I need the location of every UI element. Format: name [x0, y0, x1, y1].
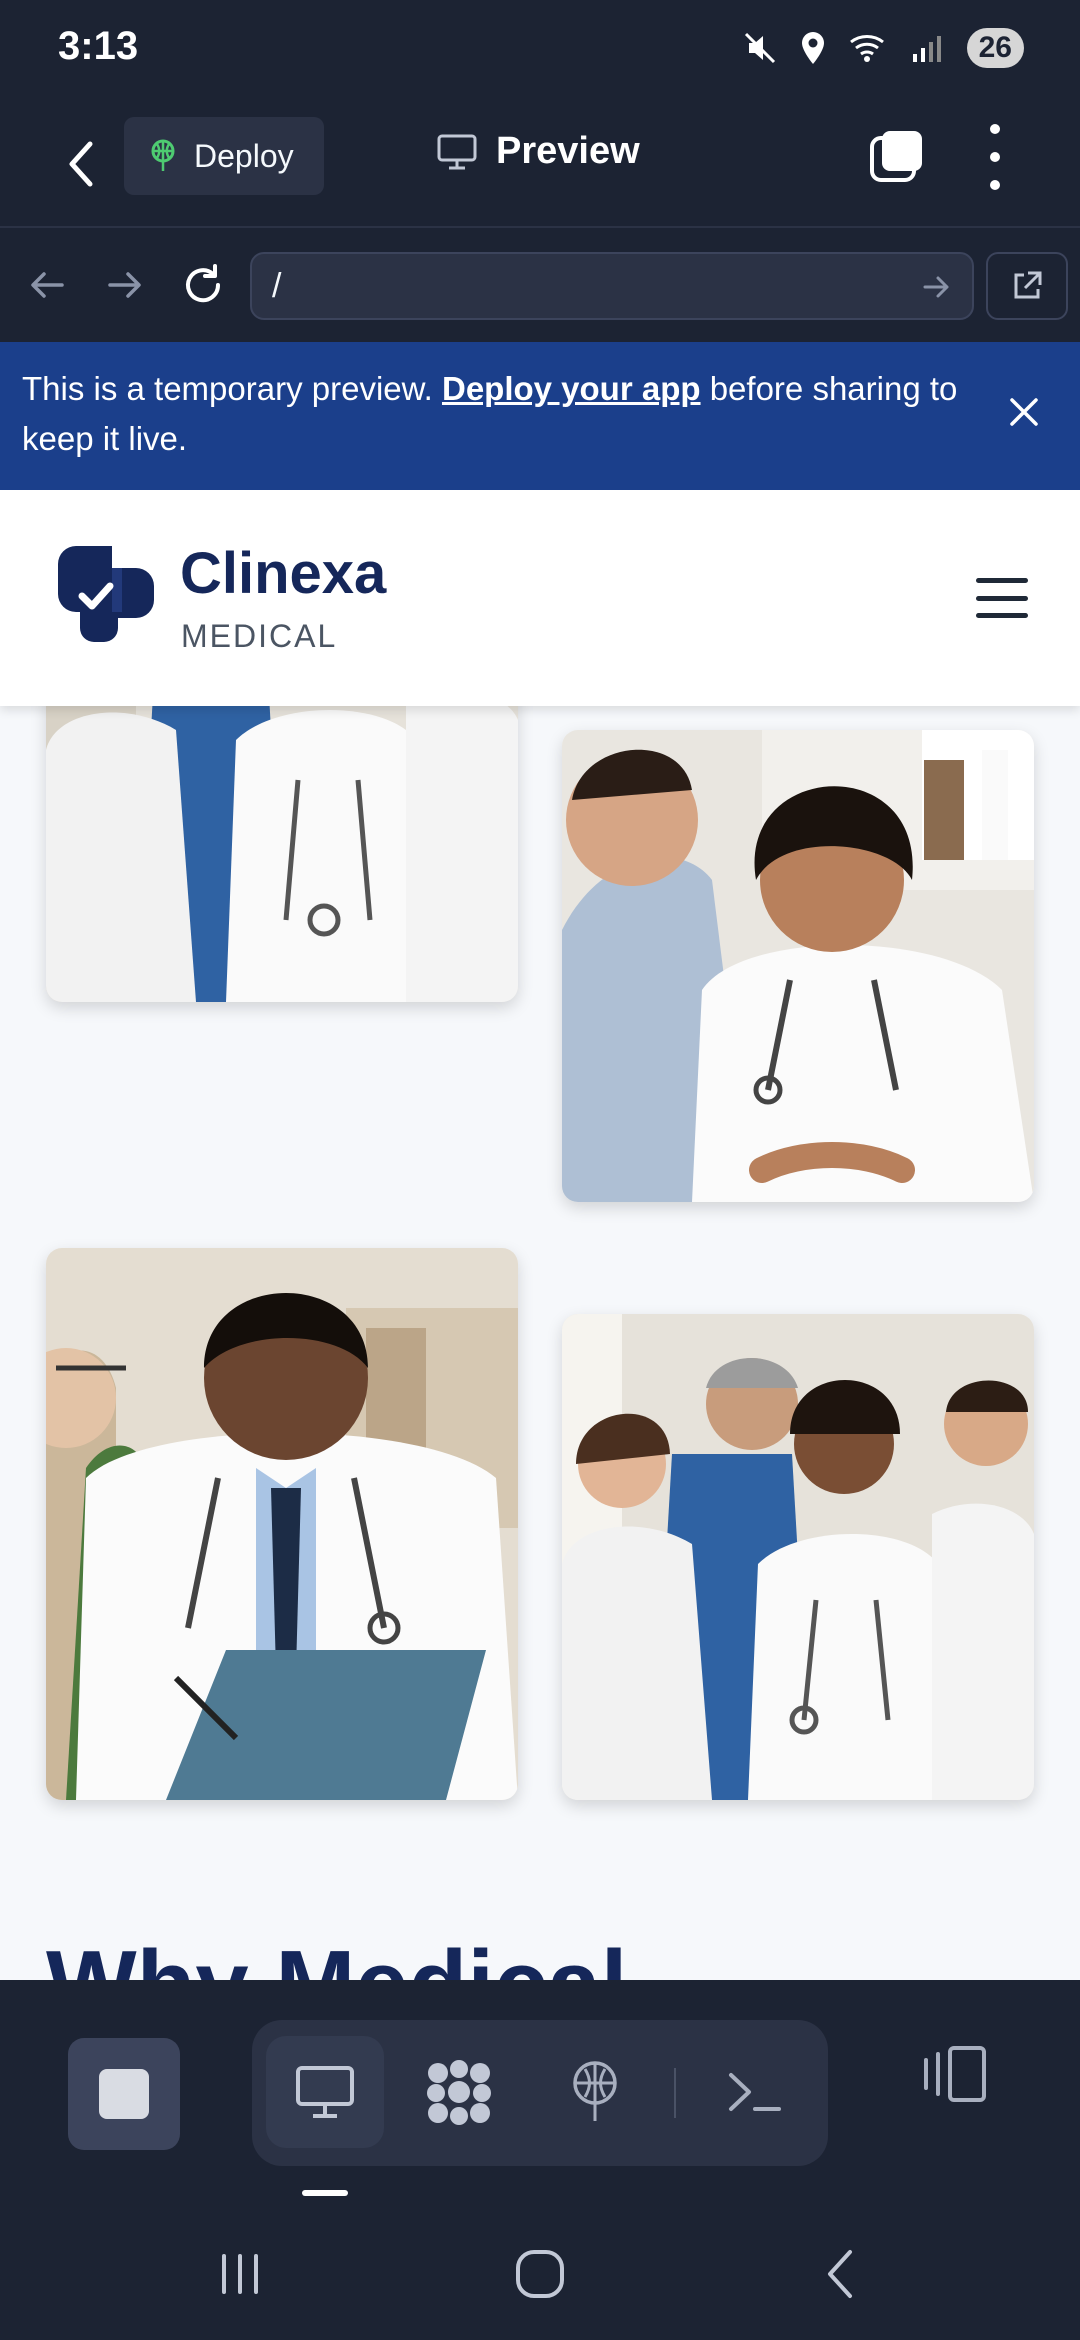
console-tool[interactable] [696, 2036, 814, 2148]
more-options-icon[interactable] [980, 124, 1010, 190]
location-icon [801, 32, 824, 64]
tool-divider [674, 2068, 676, 2118]
stop-icon [99, 2069, 149, 2119]
banner-text-start: This is a temporary preview. [22, 370, 442, 407]
system-back-icon[interactable] [812, 2244, 872, 2304]
deploy-label: Deploy [194, 137, 294, 174]
temporary-preview-banner: This is a temporary preview. Deploy your… [0, 342, 1080, 490]
preview-title: Preview [436, 130, 640, 173]
brand-subtitle: MEDICAL [181, 618, 338, 654]
url-input[interactable] [272, 254, 912, 318]
doctor-clipboard-photo [46, 1248, 518, 1800]
tabs-switcher-icon[interactable] [868, 128, 926, 186]
consultation-photo [562, 730, 1034, 1202]
status-bar: 3:13 26 [0, 0, 1080, 100]
bottom-toolbar [0, 1980, 1080, 2200]
hamburger-menu-icon[interactable] [976, 578, 1028, 618]
browser-url-bar [0, 230, 1080, 342]
wifi-icon [849, 35, 884, 62]
clinexa-logo-icon[interactable] [58, 542, 158, 642]
deploy-your-app-link[interactable]: Deploy your app [442, 370, 701, 407]
home-icon[interactable] [510, 2244, 570, 2304]
apps-grid-icon [427, 2060, 491, 2125]
monitor-icon [296, 2066, 354, 2118]
split-view-icon[interactable] [920, 2044, 990, 2104]
deploy-tool[interactable] [536, 2036, 654, 2148]
mute-icon [744, 32, 775, 64]
go-arrow-icon[interactable] [920, 270, 954, 304]
close-icon[interactable] [1006, 394, 1042, 430]
brand-name: Clinexa [180, 541, 387, 606]
battery-level: 26 [978, 31, 1012, 64]
banner-message: This is a temporary preview. Deploy your… [22, 364, 982, 464]
terminal-icon [729, 2073, 781, 2111]
team-photo-2 [562, 1314, 1034, 1800]
section-heading: Why Medical [46, 1930, 627, 1980]
deploy-button[interactable]: Deploy [124, 117, 324, 195]
preview-label: Preview [496, 130, 640, 172]
site-header: Clinexa MEDICAL [0, 490, 1080, 706]
system-navigation-bar [0, 2200, 1080, 2340]
stop-button[interactable] [68, 2038, 180, 2150]
recent-apps-icon[interactable] [210, 2244, 270, 2304]
reload-icon[interactable] [178, 260, 228, 310]
tool-group [252, 2020, 828, 2166]
signal-icon [912, 36, 941, 62]
active-tool-indicator [302, 2190, 348, 2196]
url-field-container [250, 252, 974, 320]
external-link-icon [1014, 271, 1042, 299]
status-icons: 26 [743, 28, 1024, 68]
status-time: 3:13 [58, 24, 139, 68]
battery-indicator: 26 [966, 28, 1024, 68]
preview-tool[interactable] [266, 2036, 384, 2148]
deploy-icon [573, 2061, 617, 2121]
app-top-bar: Deploy Preview [0, 100, 1080, 228]
monitor-icon [437, 134, 477, 169]
webview-content: Clinexa MEDICAL [0, 490, 1080, 1980]
nav-back-icon[interactable] [22, 260, 72, 310]
open-external-button[interactable] [986, 252, 1068, 320]
back-arrow-icon[interactable] [58, 132, 106, 196]
apps-tool[interactable] [400, 2036, 518, 2148]
deploy-icon [151, 139, 175, 171]
nav-forward-icon[interactable] [100, 260, 150, 310]
